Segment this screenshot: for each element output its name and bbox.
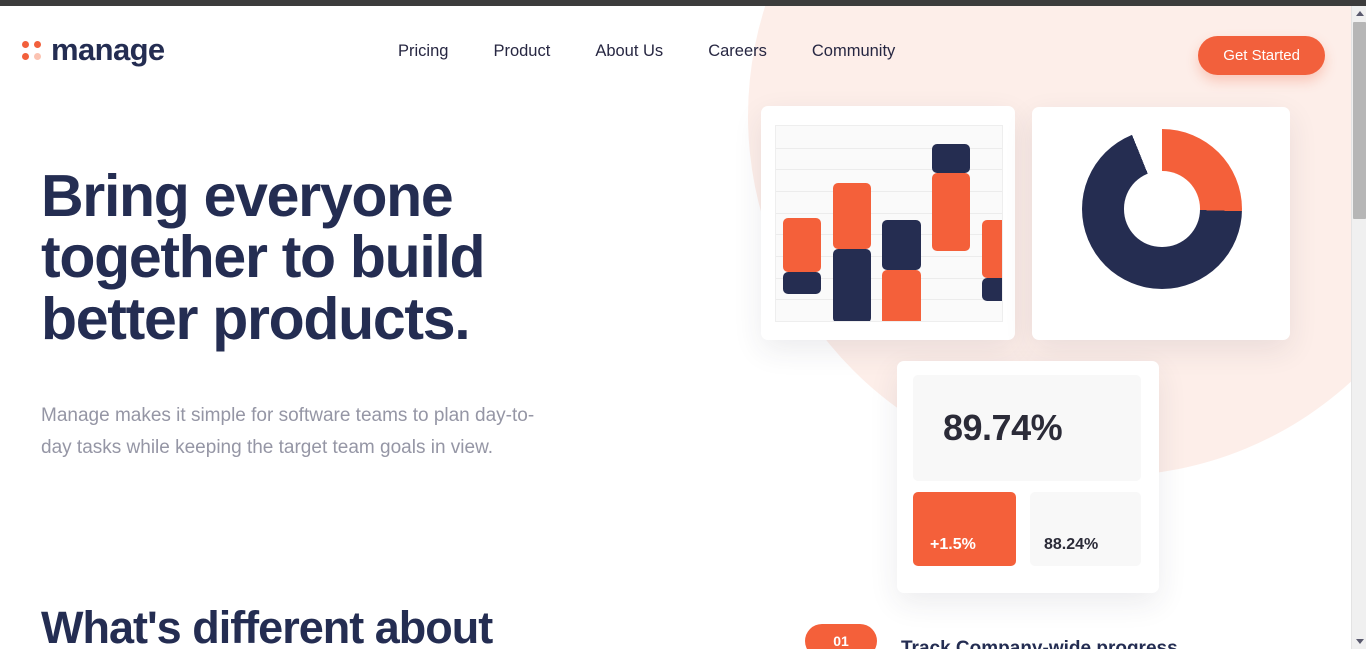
stat-main-value: 89.74% [943,407,1063,448]
logo-dots-icon [22,40,42,61]
donut-chart [1082,129,1242,289]
bar-segment-3-1 [882,219,921,271]
bar-segment-4-1 [931,143,971,173]
bar-segment-1-2 [782,272,822,294]
logo-dot-1 [22,40,29,48]
bar-segment-1-1 [782,217,822,273]
bar-segment-2-1 [832,182,871,249]
feature-number-badge: 01 [805,624,877,649]
nav-item-careers[interactable]: Careers [708,42,767,61]
bar-segment-5-2 [981,278,1002,302]
page-viewport: manage Pricing Product About Us Careers … [0,6,1351,649]
feature-number-label: 01 [833,633,849,649]
hero-headline: Bring everyone together to build better … [41,163,486,352]
bar-chart-plot-area [775,125,1003,322]
stats-card: 89.74% +1.5% 88.24% [897,361,1159,593]
stat-secondary-value: 88.24% [1044,536,1099,553]
bar-segment-3-2 [882,270,921,321]
bar-segment-5-1 [981,219,1002,279]
scroll-up-arrow-icon[interactable] [1352,6,1366,21]
bar-segment-2-2 [832,248,871,321]
nav-item-pricing[interactable]: Pricing [398,42,448,61]
stat-delta-tile: +1.5% [913,492,1016,566]
site-logo[interactable]: manage [22,34,165,65]
site-navbar: manage Pricing Product About Us Careers … [0,6,1351,100]
donut-chart-hole [1124,171,1200,247]
scroll-down-arrow-icon[interactable] [1352,634,1366,649]
scrollbar-thumb[interactable] [1353,22,1366,219]
nav-links: Pricing Product About Us Careers Communi… [398,42,895,61]
hero-subtext: Manage makes it simple for software team… [41,405,535,459]
get-started-button[interactable]: Get Started [1198,36,1325,75]
stat-main-tile: 89.74% [913,375,1141,481]
donut-chart-card [1032,107,1290,340]
feature-item-title: Track Company-wide progress [901,638,1178,649]
bar-chart-card [761,106,1015,340]
logo-dot-4 [34,52,41,60]
logo-wordmark: manage [51,32,165,67]
hero-copy-block: Bring everyone together to build better … [41,163,601,465]
stat-delta-value: +1.5% [930,536,976,553]
logo-dot-3 [22,52,29,60]
bar-segment-4-2 [931,172,971,251]
features-section-heading: What's different about [41,602,493,649]
nav-item-about-us[interactable]: About Us [595,42,663,61]
nav-item-community[interactable]: Community [812,42,895,61]
page-scrollbar[interactable] [1351,6,1366,649]
logo-dot-2 [34,40,41,48]
nav-item-product[interactable]: Product [493,42,550,61]
stat-secondary-tile: 88.24% [1030,492,1141,566]
